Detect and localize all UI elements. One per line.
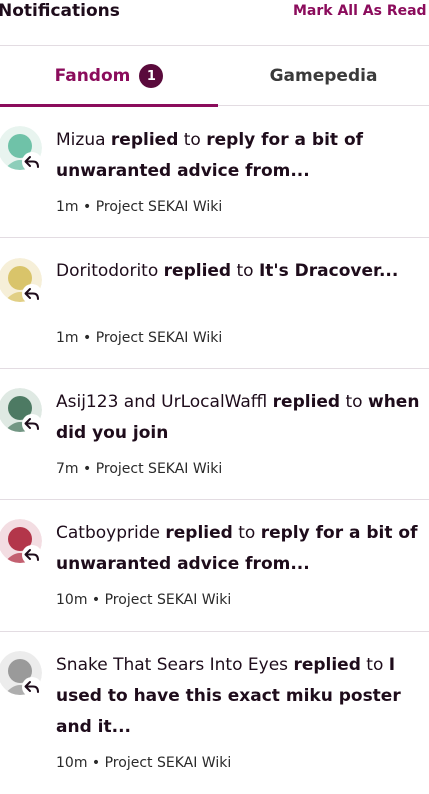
notification-meta: 1m • Project SEKAI Wiki [56, 199, 223, 215]
notification-item[interactable]: Snake That Sears Into Eyes replied to I … [0, 632, 429, 794]
notification-meta: 10m • Project SEKAI Wiki [56, 755, 232, 771]
reply-arrow-icon [22, 677, 42, 697]
notification-item[interactable]: Mizua replied to reply for a bit of unwa… [0, 106, 429, 238]
notification-list: Mizua replied to reply for a bit of unwa… [0, 106, 429, 794]
reply-arrow-icon [22, 414, 42, 434]
notification-meta: 7m • Project SEKAI Wiki [56, 461, 223, 477]
reply-arrow-icon [22, 152, 42, 172]
notification-meta: 10m • Project SEKAI Wiki [56, 592, 232, 608]
page-title: Notifications [0, 1, 120, 21]
tab-gamepedia-label: Gamepedia [269, 66, 378, 86]
notification-item[interactable]: Catboypride replied to reply for a bit o… [0, 500, 429, 632]
notification-text: Snake That Sears Into Eyes replied to I … [56, 655, 401, 737]
notification-text: Catboypride replied to reply for a bit o… [56, 523, 418, 574]
notification-item[interactable]: Doritodorito replied to It's Dracover...… [0, 238, 429, 369]
tab-fandom-label: Fandom [54, 66, 131, 86]
notification-text: Asij123 and UrLocalWaffl replied to when… [56, 392, 420, 443]
unread-count-badge: 1 [139, 64, 164, 88]
mark-all-as-read-button[interactable]: Mark All As Read [293, 3, 427, 19]
tab-bar: Fandom 1 Gamepedia [0, 46, 429, 107]
reply-arrow-icon [22, 545, 42, 565]
tab-gamepedia[interactable]: Gamepedia [218, 46, 429, 106]
tab-fandom[interactable]: Fandom 1 [0, 46, 218, 107]
notification-text: Doritodorito replied to It's Dracover... [56, 261, 399, 281]
notification-text: Mizua replied to reply for a bit of unwa… [56, 130, 364, 181]
notifications-header: Notifications Mark All As Read [0, 0, 429, 46]
notification-meta: 1m • Project SEKAI Wiki [56, 330, 223, 346]
notification-item[interactable]: Asij123 and UrLocalWaffl replied to when… [0, 369, 429, 500]
reply-arrow-icon [22, 284, 42, 304]
